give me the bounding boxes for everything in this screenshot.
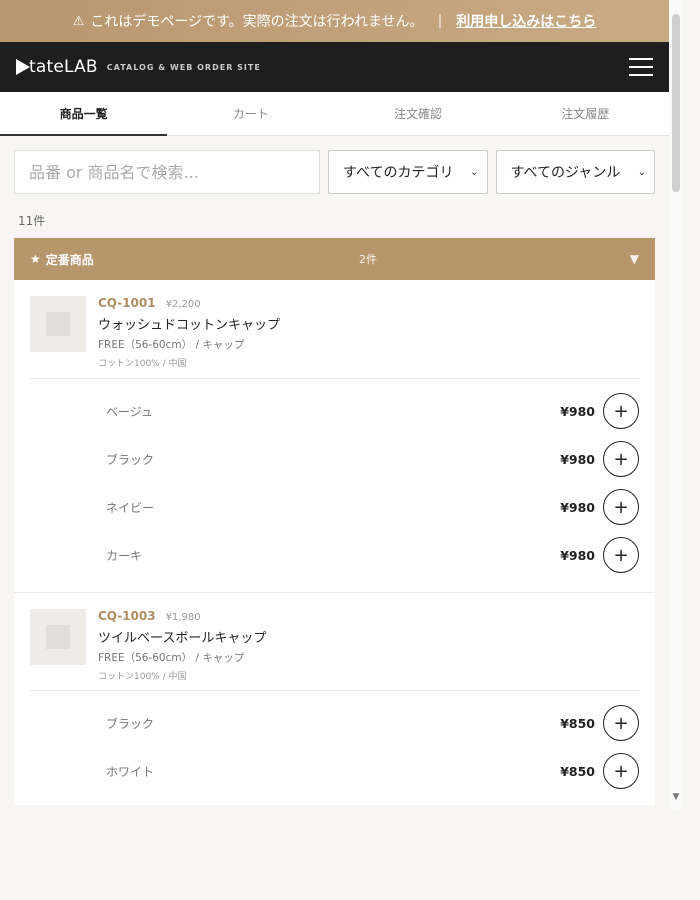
variant-color: ベージュ (106, 404, 153, 419)
menu-icon[interactable] (629, 58, 653, 76)
section-title: ★ 定番商品 (30, 251, 94, 268)
tab-product-list[interactable]: 商品一覧 (0, 92, 168, 136)
warning-icon: ⚠ (72, 13, 85, 29)
signup-link[interactable]: 利用申し込みはこちら (456, 11, 596, 31)
logo-subtitle: CATALOG & WEB ORDER SITE (106, 62, 261, 72)
collapse-icon[interactable]: ▼ (630, 252, 639, 266)
tab-cart[interactable]: カート (167, 92, 334, 135)
add-to-cart-button[interactable]: + (603, 537, 639, 573)
add-to-cart-button[interactable]: + (603, 705, 639, 741)
variant-price: ¥850 (560, 763, 595, 779)
variant-row: ホワイト ¥850 + (14, 747, 655, 795)
chevron-down-icon: ⌄ (637, 166, 646, 178)
scroll-down-arrow-icon[interactable]: ▼ (669, 790, 683, 804)
divider (30, 378, 640, 379)
variant-color: カーキ (106, 548, 143, 563)
product-code: CQ-1003 (98, 609, 156, 623)
product-size: FREE（56-60cm） / キャップ (98, 652, 245, 664)
category-select-value: すべてのカテゴリ (343, 165, 454, 181)
variant-price: ¥980 (560, 403, 595, 419)
add-to-cart-button[interactable]: + (603, 393, 639, 429)
divider (30, 690, 640, 691)
main-tabs: 商品一覧 カート 注文確認 注文履歴 (0, 92, 669, 136)
filter-bar: すべてのカテゴリ ⌄ すべてのジャンル ⌄ (14, 150, 655, 194)
variant-row: カーキ ¥980 + (14, 531, 655, 579)
chevron-down-icon: ⌄ (470, 166, 479, 178)
banner-separator: | (437, 13, 443, 29)
section-count: 2件 (359, 253, 377, 266)
product-card: CQ-1001 ¥2,200 ウォッシュドコットンキャップ FREE（56-60… (14, 280, 655, 592)
product-code: CQ-1001 (98, 296, 156, 310)
product-summary: CQ-1001 ¥2,200 ウォッシュドコットンキャップ FREE（56-60… (14, 280, 640, 381)
section-title-label: 定番商品 (45, 252, 94, 267)
add-to-cart-button[interactable]: + (603, 489, 639, 525)
variant-row: ブラック ¥850 + (14, 699, 655, 747)
variant-row: ベージュ ¥980 + (14, 387, 655, 435)
genre-select[interactable]: すべてのジャンル ⌄ (495, 150, 655, 194)
category-select[interactable]: すべてのカテゴリ ⌄ (328, 150, 488, 194)
tab-order-history[interactable]: 注文履歴 (502, 92, 669, 135)
add-to-cart-button[interactable]: + (603, 753, 639, 789)
product-name: ツイルベースボールキャップ (98, 631, 267, 646)
banner-text: これはデモページです。実際の注文は行われません。 (90, 14, 424, 30)
product-summary: CQ-1003 ¥1,980 ツイルベースボールキャップ FREE（56-60c… (14, 593, 655, 694)
product-info: CQ-1001 ¥2,200 ウォッシュドコットンキャップ FREE（56-60… (98, 296, 280, 369)
genre-select-value: すべてのジャンル (510, 165, 621, 181)
star-icon: ★ (30, 252, 41, 266)
result-count: 11件 (18, 214, 46, 228)
variant-price: ¥980 (560, 451, 595, 467)
product-thumbnail (30, 609, 86, 665)
logo-mark-icon (16, 59, 30, 75)
product-info: CQ-1003 ¥1,980 ツイルベースボールキャップ FREE（56-60c… (98, 609, 266, 682)
tab-order-confirm[interactable]: 注文確認 (335, 92, 502, 135)
variant-price: ¥980 (560, 547, 595, 563)
product-retail-price: ¥2,200 (165, 299, 201, 310)
product-thumbnail (30, 296, 86, 352)
product-retail-price: ¥1,980 (165, 612, 201, 623)
search-input[interactable] (14, 150, 320, 194)
logo[interactable]: tateLAB CATALOG & WEB ORDER SITE (16, 57, 261, 77)
variant-row: ネイビー ¥980 + (14, 483, 655, 531)
product-card: CQ-1003 ¥1,980 ツイルベースボールキャップ FREE（56-60c… (14, 592, 655, 805)
scrollbar-area: ▼ (669, 0, 700, 900)
demo-banner: ⚠ これはデモページです。実際の注文は行われません。 | 利用申し込みはこちら (0, 0, 669, 42)
product-name: ウォッシュドコットンキャップ (98, 318, 281, 333)
logo-text: tateLAB (29, 57, 98, 77)
variant-color: ブラック (106, 716, 155, 731)
product-material: コットン100% / 中国 (98, 359, 187, 369)
variant-price: ¥850 (560, 715, 595, 731)
site-header: tateLAB CATALOG & WEB ORDER SITE (0, 42, 669, 92)
variant-price: ¥980 (560, 499, 595, 515)
add-to-cart-button[interactable]: + (603, 441, 639, 477)
section-header-standard[interactable]: ★ 定番商品 2件 ▼ (14, 238, 655, 280)
product-material: コットン100% / 中国 (98, 672, 187, 682)
variant-row: ブラック ¥980 + (14, 435, 655, 483)
variant-color: ホワイト (106, 764, 155, 779)
variant-color: ネイビー (106, 500, 155, 515)
variant-color: ブラック (106, 452, 155, 467)
scrollbar-track[interactable]: ▼ (669, 0, 683, 810)
product-size: FREE（56-60cm） / キャップ (98, 339, 245, 351)
scrollbar-thumb[interactable] (672, 14, 680, 192)
